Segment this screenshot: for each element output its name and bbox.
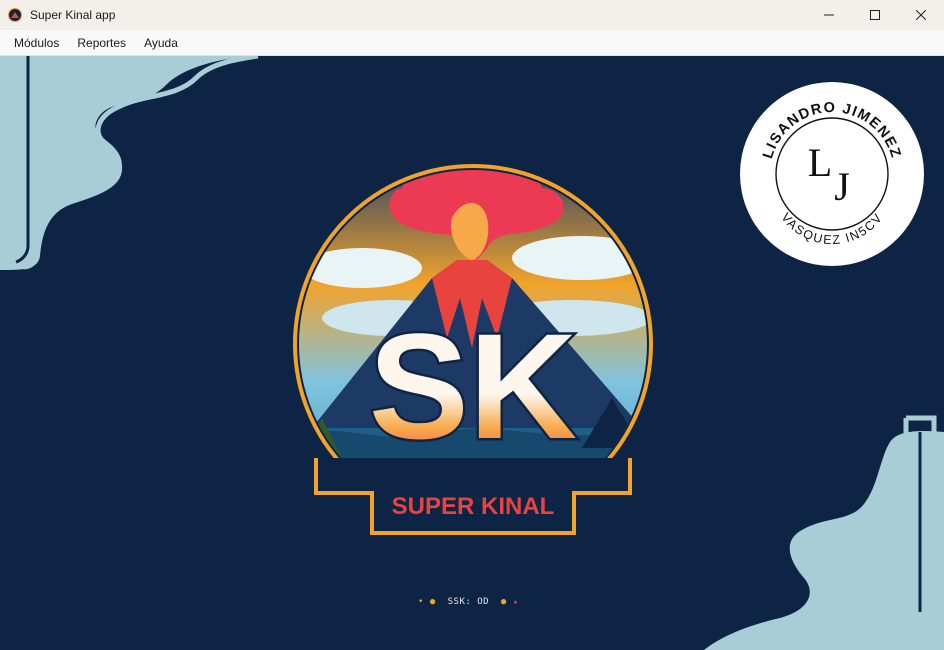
- window-title: Super Kinal app: [30, 8, 116, 22]
- super-kinal-logo: SK SUPER KINAL: [293, 164, 653, 535]
- logo-letter-s: S: [369, 302, 469, 470]
- minimize-button[interactable]: [806, 0, 852, 30]
- maximize-button[interactable]: [852, 0, 898, 30]
- maximize-icon: [870, 10, 880, 20]
- logo-letter-k: K: [469, 302, 577, 470]
- main-canvas: LISANDRO JIMENEZ VASQUEZ IN5CV L J SK SU…: [0, 56, 944, 650]
- top-left-wave-decoration: [0, 56, 259, 270]
- minimize-icon: [824, 14, 834, 16]
- app-icon: [8, 8, 22, 22]
- menu-ayuda[interactable]: Ayuda: [135, 30, 187, 56]
- close-button[interactable]: [898, 0, 944, 30]
- logo-caption-text: SSK: OD: [447, 597, 490, 607]
- badge-initial-l: L: [808, 140, 832, 185]
- author-badge: LISANDRO JIMENEZ VASQUEZ IN5CV L J: [740, 82, 924, 266]
- logo-brand-text: SUPER KINAL: [392, 493, 555, 520]
- bottom-right-wave-decoration: [704, 415, 944, 650]
- menu-bar: Módulos Reportes Ayuda: [0, 30, 944, 56]
- title-bar: Super Kinal app: [0, 0, 944, 30]
- close-icon: [916, 10, 926, 20]
- window-controls: [806, 0, 944, 30]
- logo-sk-letters: SK: [369, 302, 577, 470]
- menu-reportes[interactable]: Reportes: [68, 30, 135, 56]
- menu-modulos[interactable]: Módulos: [5, 30, 68, 56]
- author-badge-graphic: LISANDRO JIMENEZ VASQUEZ IN5CV L J: [760, 100, 902, 247]
- badge-initial-j: J: [834, 164, 850, 209]
- logo-caption: • ● SSK: OD ● ▴: [418, 597, 519, 607]
